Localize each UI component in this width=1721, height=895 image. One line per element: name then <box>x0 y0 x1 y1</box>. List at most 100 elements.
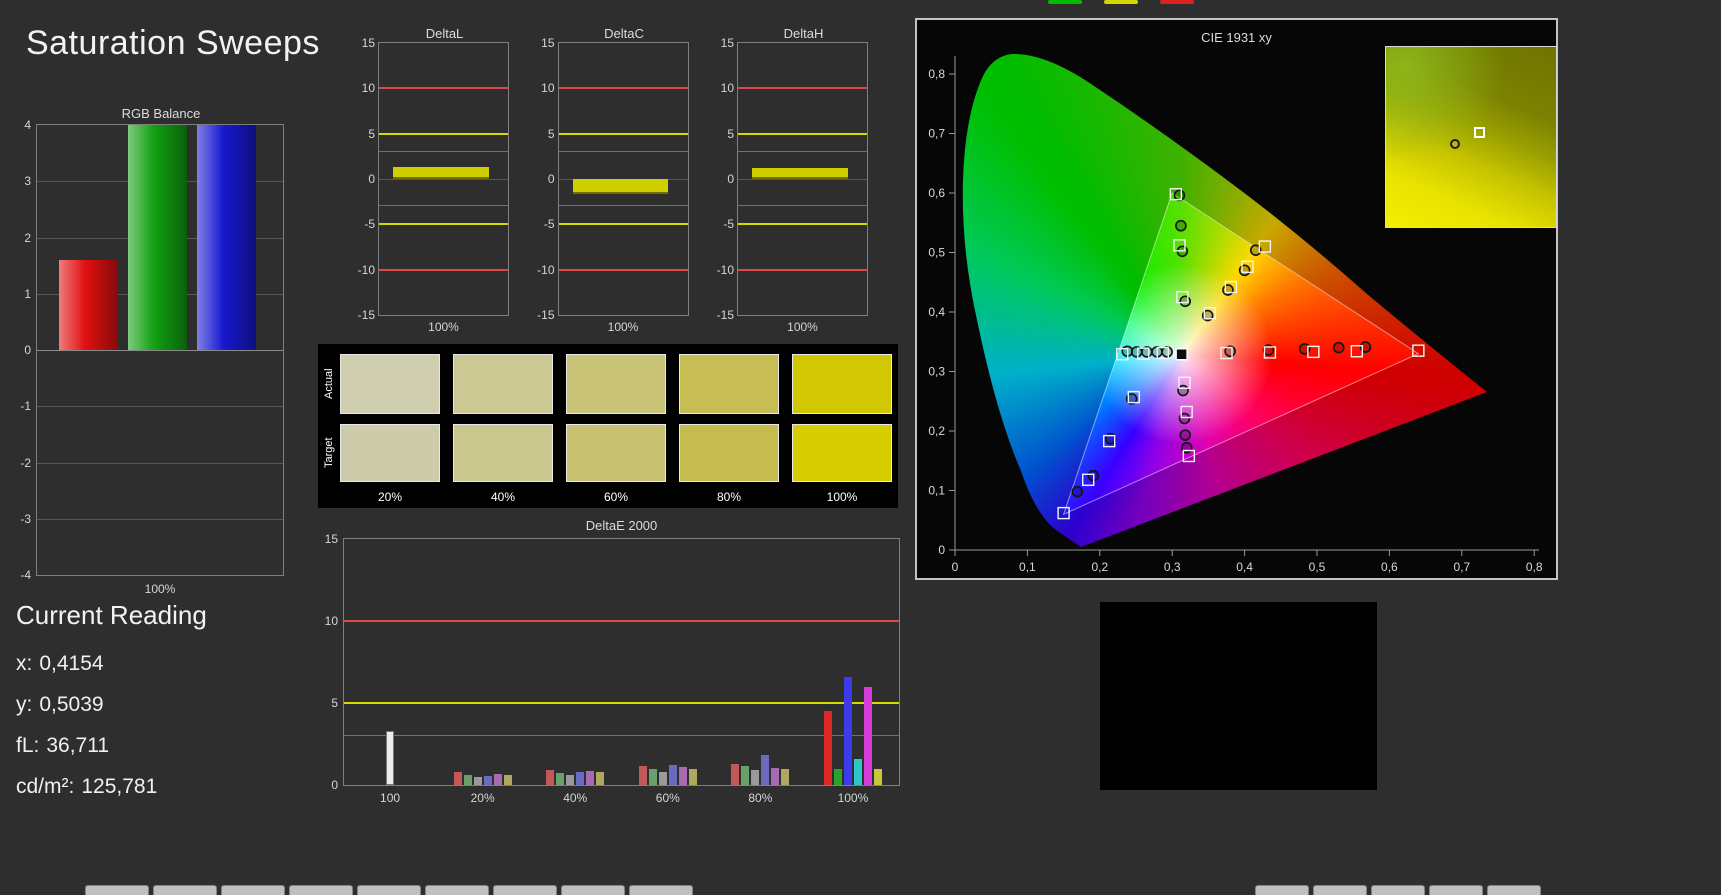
bottom-tab[interactable] <box>289 885 353 895</box>
deltae-bar <box>648 768 657 785</box>
cie-x-tick-label: 0,7 <box>1453 560 1470 574</box>
swatch-row-label-target: Target <box>323 437 335 469</box>
delta-ytick: 5 <box>727 126 734 141</box>
deltae-2000-title: DeltaE 2000 <box>585 518 658 533</box>
deltae-bar <box>873 768 882 785</box>
delta-charts-row: DeltaL 15 10 5 0 -5 -10 -15 100% DeltaC 15 10 5 0… <box>348 26 872 334</box>
delta-ref-line--3 <box>738 205 867 207</box>
saturation-sweeps-page: Saturation Sweeps RGB Balance 4 3 2 1 0 -1 -2-… <box>0 0 1721 895</box>
rgb-ytick: -3 <box>20 511 31 526</box>
delta-ytick: 10 <box>720 81 734 96</box>
rgb-bar-blue <box>196 125 256 350</box>
cie-zoom-inset <box>1385 46 1557 228</box>
rgb-bar-green <box>128 125 188 350</box>
rgb-balance-xlabel: 100% <box>144 582 176 596</box>
deltae-ytick: 10 <box>324 613 338 628</box>
delta-ref-line-10 <box>738 87 867 90</box>
deltae-bar <box>503 775 512 785</box>
deltae-bar <box>638 766 647 785</box>
deltae-bar <box>566 775 575 785</box>
deltae-bar <box>843 676 852 785</box>
cie-y-tick-label: 0 <box>938 543 945 557</box>
current-reading-fl-value: 36,711 <box>46 734 110 757</box>
bottom-tab[interactable] <box>1313 885 1367 895</box>
delta-h-xlabel: 100% <box>787 320 818 334</box>
delta-ref-line-10 <box>379 87 508 90</box>
deltae-bar <box>771 767 780 785</box>
delta-ref-line--5 <box>558 223 688 226</box>
bottom-tab[interactable] <box>85 885 149 895</box>
cie-x-tick-label: 0,6 <box>1381 560 1398 574</box>
swatch-row-label-actual: Actual <box>323 368 335 400</box>
deltae-bar <box>596 771 605 785</box>
bottom-tab-strip-right <box>1255 885 1541 895</box>
deltae-bar <box>556 772 565 785</box>
swatch-column-label: 40% <box>490 490 516 504</box>
deltae-bar <box>473 776 482 785</box>
bottom-tab[interactable] <box>153 885 217 895</box>
rgb-ytick: 4 <box>24 118 31 132</box>
bottom-tab[interactable] <box>1487 885 1541 895</box>
cie-x-tick-label: 0,5 <box>1309 560 1326 574</box>
top-legend-marks <box>1048 0 1194 4</box>
deltae-bar <box>833 768 842 785</box>
delta-c-chart: DeltaC 15 10 5 0 -5 -10 -15 100% <box>528 26 693 334</box>
rgb-bar-red <box>59 260 119 350</box>
delta-ref-line-3 <box>738 150 867 152</box>
inset-target-point <box>1474 127 1485 138</box>
cie-measured-point <box>1071 485 1084 498</box>
delta-ytick: 15 <box>541 36 555 50</box>
delta-ytick: 5 <box>368 126 375 141</box>
bottom-tab[interactable] <box>221 885 285 895</box>
bottom-tab[interactable] <box>1429 885 1483 895</box>
deltae-bar <box>463 775 472 785</box>
current-reading-y-label: y: <box>16 693 33 716</box>
cie-measured-point <box>1179 295 1192 308</box>
swatch-actual-40% <box>453 354 553 414</box>
rgb-ytick: 1 <box>24 286 31 301</box>
cie-x-tick-label: 0,8 <box>1526 560 1543 574</box>
deltae-bar <box>658 771 667 785</box>
bottom-tab[interactable] <box>561 885 625 895</box>
deltae-ytick: 0 <box>331 778 338 792</box>
deltae-bar <box>493 773 502 785</box>
delta-ref-line--10 <box>558 268 688 271</box>
delta-ref-line--10 <box>379 268 508 271</box>
delta-ytick: 15 <box>720 36 734 50</box>
rgb-ytick: -1 <box>20 399 31 414</box>
current-reading-cdm2-label: cd/m²: <box>16 775 75 798</box>
deltae-2000-section: DeltaE 2000 15 10 5 0 100 20% 40% 60% 80% 100% <box>325 518 900 812</box>
bottom-tab[interactable] <box>1371 885 1425 895</box>
swatch-panel: Actual Target 20% 40% 60% 80% 100% <box>318 344 898 508</box>
current-reading-fl-label: fL: <box>16 734 40 757</box>
swatch-target-40% <box>453 424 553 482</box>
bottom-tab[interactable] <box>629 885 693 895</box>
delta-ref-line--5 <box>738 223 867 226</box>
bottom-tab[interactable] <box>493 885 557 895</box>
rgb-gridline <box>37 462 283 464</box>
swatch-target-60% <box>566 424 666 482</box>
cie-x-tick-label: 0,3 <box>1164 560 1181 574</box>
delta-c-plot: 15 10 5 0 -5 -10 -15 <box>537 36 689 322</box>
cie-y-tick-label: 0,6 <box>928 186 945 200</box>
cie-y-tick-label: 0,3 <box>928 365 945 379</box>
swatch-target-100% <box>792 424 892 482</box>
bottom-tab[interactable] <box>1255 885 1309 895</box>
cie-y-tick-label: 0,5 <box>928 246 945 260</box>
bottom-tab[interactable] <box>425 885 489 895</box>
deltae-group-label: 100 <box>380 791 401 805</box>
delta-ytick: -5 <box>723 217 734 232</box>
deltae-bar <box>761 754 770 785</box>
deltae-group-label: 40% <box>563 791 588 805</box>
bottom-tab[interactable] <box>357 885 421 895</box>
delta-ytick: 0 <box>368 172 375 186</box>
delta-gridline <box>379 179 508 180</box>
deltae-bar <box>781 769 790 785</box>
rgb-ytick: 2 <box>24 230 31 245</box>
delta-ref-line--3 <box>379 205 508 207</box>
bottom-tab-strip-left <box>85 885 693 895</box>
swatch-column-label: 80% <box>716 490 742 504</box>
page-title: Saturation Sweeps <box>26 24 320 62</box>
cie-1931-panel: 0 0,1 0,2 0,3 0,4 0,5 0,6 0,7 0,8 0 0,1 0,2 0,3 0,4 0,… <box>915 18 1558 580</box>
deltae-bar <box>483 775 492 785</box>
